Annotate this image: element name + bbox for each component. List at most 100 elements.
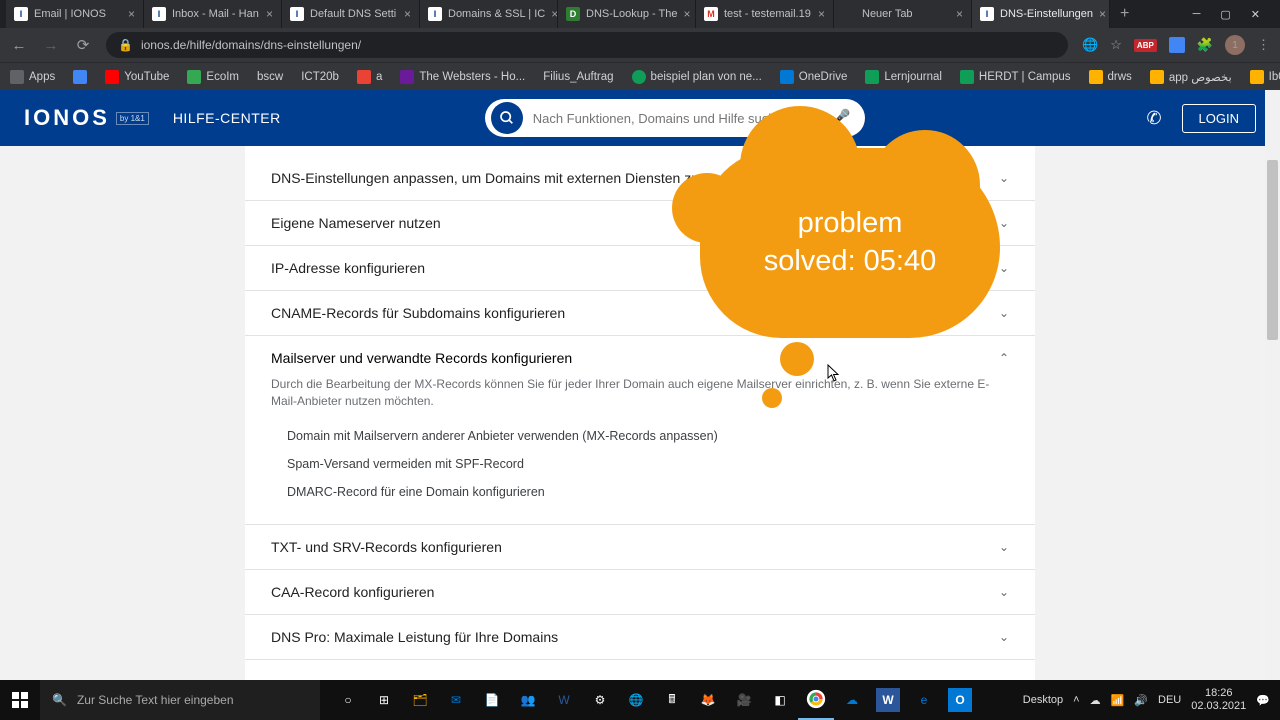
edge2-icon[interactable]: e — [906, 680, 942, 720]
search-icon[interactable] — [491, 102, 523, 134]
calc-icon[interactable]: 🖩 — [654, 680, 690, 720]
cursor-icon — [827, 364, 841, 382]
outlook-icon[interactable]: O — [948, 688, 972, 712]
settings-icon[interactable]: ⚙ — [582, 680, 618, 720]
notepad-icon[interactable]: 📄 — [474, 680, 510, 720]
abp-ext-icon[interactable]: ABP — [1134, 39, 1157, 52]
tab-3[interactable]: IDomains & SSL | IC× — [420, 0, 558, 28]
maximize-icon[interactable]: ▢ — [1220, 8, 1230, 21]
bookmark-ict20b[interactable]: ICT20b — [301, 71, 339, 83]
mic-icon[interactable]: 🎤 — [823, 108, 859, 128]
bookmark-filius[interactable]: Filius_Auftrag — [543, 71, 613, 83]
bookmark-ecoim[interactable]: EcoIm — [187, 70, 239, 84]
explorer-icon[interactable]: 🗂 — [402, 680, 438, 720]
close-icon[interactable]: × — [128, 7, 135, 21]
close-window-icon[interactable]: ✕ — [1251, 8, 1260, 21]
gtranslate-ext-icon[interactable] — [1169, 37, 1185, 53]
back-icon[interactable]: ← — [10, 37, 28, 54]
bookmark-websters[interactable]: The Websters - Ho... — [400, 70, 525, 84]
bookmark-beispiel[interactable]: beispiel plan von ne... — [632, 70, 762, 84]
help-link[interactable]: DMARC-Record für eine Domain konfigurier… — [287, 478, 1009, 506]
bookmark-ib03[interactable]: Ib03 — [1250, 70, 1280, 84]
bookmark-bscw[interactable]: bscw — [257, 71, 283, 83]
bookmark-app[interactable]: app بخصوص — [1150, 70, 1232, 84]
new-tab-button[interactable]: + — [1110, 5, 1139, 23]
bookmark-1[interactable] — [73, 70, 87, 84]
bookmark-a[interactable]: a — [357, 70, 382, 84]
tab-6[interactable]: Neuer Tab× — [834, 0, 972, 28]
dev-icon[interactable]: ◧ — [762, 680, 798, 720]
volume-icon[interactable]: 🔊 — [1134, 694, 1148, 707]
accordion-item[interactable]: Eigene Nameserver nutzen⌄ — [245, 201, 1035, 246]
edge-icon[interactable]: 🌐 — [618, 680, 654, 720]
site-header: IONOS by 1&1 HILFE-CENTER 🎤 ✆ LOGIN — [0, 90, 1280, 146]
tab-4[interactable]: DDNS-Lookup - The× — [558, 0, 696, 28]
close-icon[interactable]: × — [404, 7, 411, 21]
bookmark-onedrive[interactable]: OneDrive — [780, 70, 848, 84]
accordion-item[interactable]: DNS-Einstellungen anpassen, um Domains m… — [245, 156, 1035, 201]
chevron-down-icon: ⌄ — [999, 630, 1009, 644]
chrome-icon[interactable] — [798, 680, 834, 720]
login-button[interactable]: LOGIN — [1182, 104, 1256, 133]
url-field[interactable]: 🔒 ionos.de/hilfe/domains/dns-einstellung… — [106, 32, 1068, 58]
tab-5[interactable]: Mtest - testemail.19× — [696, 0, 834, 28]
word-icon[interactable]: W — [546, 680, 582, 720]
accordion-item[interactable]: CAA-Record konfigurieren⌄ — [245, 570, 1035, 615]
mail-icon[interactable]: ✉ — [438, 680, 474, 720]
word2-icon[interactable]: W — [876, 688, 900, 712]
bookmark-youtube[interactable]: YouTube — [105, 70, 169, 84]
bookmark-apps[interactable]: Apps — [10, 70, 55, 84]
taskview-icon[interactable]: ⊞ — [366, 680, 402, 720]
bookmark-drws[interactable]: drws — [1089, 70, 1132, 84]
cloud-tray-icon[interactable]: ☁ — [1090, 694, 1101, 707]
taskbar-search[interactable]: 🔍 Zur Suche Text hier eingeben — [40, 680, 320, 720]
bookmark-herdt[interactable]: HERDT | Campus — [960, 70, 1071, 84]
help-link[interactable]: Domain mit Mailservern anderer Anbieter … — [287, 422, 1009, 450]
zoom-icon[interactable]: 🎥 — [726, 680, 762, 720]
menu-icon[interactable]: ⋮ — [1257, 37, 1270, 53]
tab-2[interactable]: IDefault DNS Setti× — [282, 0, 420, 28]
close-icon[interactable]: × — [551, 7, 558, 21]
ionos-logo[interactable]: IONOS by 1&1 — [24, 105, 149, 131]
tab-7[interactable]: IDNS-Einstellungen× — [972, 0, 1110, 28]
reload-icon[interactable]: ⟳ — [74, 36, 92, 54]
firefox-icon[interactable]: 🦊 — [690, 680, 726, 720]
desktop-label[interactable]: Desktop — [1023, 694, 1063, 706]
language-indicator[interactable]: DEU — [1158, 694, 1181, 706]
close-icon[interactable]: × — [956, 7, 963, 21]
notifications-icon[interactable]: 💬 — [1256, 694, 1270, 707]
accordion-item[interactable]: TXT- und SRV-Records konfigurieren⌄ — [245, 525, 1035, 570]
wifi-icon[interactable]: 📶 — [1111, 694, 1125, 707]
scrollbar[interactable] — [1265, 90, 1280, 680]
close-icon[interactable]: × — [818, 7, 825, 21]
bookmark-lernjournal[interactable]: Lernjournal — [865, 70, 942, 84]
close-icon[interactable]: × — [266, 7, 273, 21]
section-title[interactable]: HILFE-CENTER — [173, 110, 281, 126]
teams-icon[interactable]: 👥 — [510, 680, 546, 720]
start-button[interactable] — [0, 680, 40, 720]
tab-0[interactable]: IEmail | IONOS× — [6, 0, 144, 28]
chevron-down-icon: ⌄ — [999, 171, 1009, 185]
accordion-header[interactable]: Mailserver und verwandte Records konfigu… — [271, 350, 1009, 366]
help-link[interactable]: Spam-Versand vermeiden mit SPF-Record — [287, 450, 1009, 478]
extensions-icon[interactable]: 🧩 — [1197, 37, 1213, 53]
translate-icon[interactable]: 🌐 — [1082, 37, 1098, 53]
profile-icon[interactable]: 1 — [1225, 35, 1245, 55]
forward-icon[interactable]: → — [42, 37, 60, 54]
tab-1[interactable]: IInbox - Mail - Han× — [144, 0, 282, 28]
clock[interactable]: 18:26 02.03.2021 — [1191, 687, 1246, 712]
chevron-down-icon: ⌄ — [999, 540, 1009, 554]
search-input[interactable] — [523, 111, 823, 126]
accordion-item[interactable]: CNAME-Records für Subdomains konfigurier… — [245, 291, 1035, 336]
site-search: 🎤 — [485, 99, 865, 137]
tray-overflow-icon[interactable]: ˄ — [1073, 694, 1079, 706]
phone-icon[interactable]: ✆ — [1146, 108, 1161, 129]
minimize-icon[interactable]: ─ — [1193, 8, 1201, 21]
accordion-item[interactable]: IP-Adresse konfigurieren⌄ — [245, 246, 1035, 291]
onedrive-icon[interactable]: ☁ — [834, 680, 870, 720]
close-icon[interactable]: × — [684, 7, 691, 21]
star-icon[interactable]: ☆ — [1110, 37, 1122, 53]
close-icon[interactable]: × — [1099, 7, 1106, 21]
accordion-item[interactable]: DNS Pro: Maximale Leistung für Ihre Doma… — [245, 615, 1035, 660]
cortana-icon[interactable]: ○ — [330, 680, 366, 720]
